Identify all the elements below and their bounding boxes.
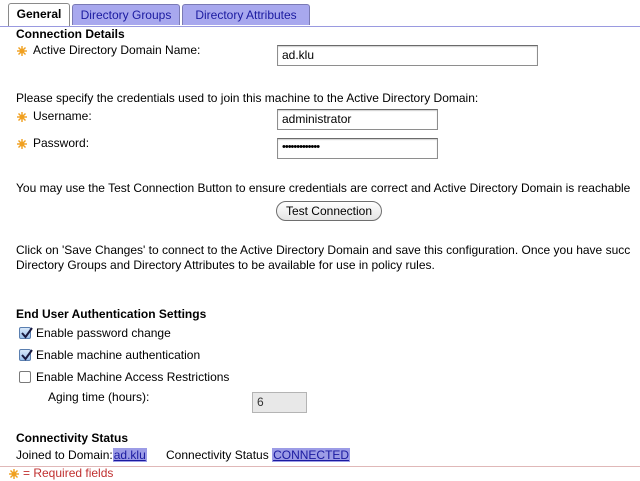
enable-machine-auth-label: Enable machine authentication	[36, 348, 201, 362]
save-instruction-line-1: Click on 'Save Changes' to connect to th…	[16, 243, 631, 257]
required-icon	[17, 112, 27, 122]
aging-time-input[interactable]: 6	[252, 392, 307, 413]
save-instruction-line-2: Directory Groups and Directory Attribute…	[16, 258, 435, 272]
required-fields-legend: = Required fields	[0, 466, 640, 481]
enable-password-change-label: Enable password change	[36, 326, 171, 340]
enable-machine-access-restrictions-checkbox[interactable]	[19, 371, 31, 383]
required-icon	[17, 46, 27, 56]
connectivity-status-link[interactable]: CONNECTED	[272, 448, 351, 462]
checkmark-icon	[21, 349, 33, 361]
joined-domain-link[interactable]: ad.klu	[112, 448, 147, 462]
checkmark-icon	[21, 327, 33, 339]
auth-settings-title: End User Authentication Settings	[16, 307, 207, 321]
credentials-instruction: Please specify the credentials used to j…	[16, 91, 479, 105]
domain-name-label: Active Directory Domain Name:	[33, 43, 201, 57]
username-label: Username:	[33, 109, 92, 123]
joined-domain-row: Joined to Domain:ad.klu	[16, 448, 147, 462]
required-fields-text: = Required fields	[23, 466, 114, 480]
aging-time-label: Aging time (hours):	[48, 390, 150, 404]
tab-directory-attributes[interactable]: Directory Attributes	[182, 4, 310, 25]
joined-domain-label: Joined to Domain:	[16, 448, 113, 462]
connectivity-status-label: Connectivity Status	[166, 448, 269, 462]
required-icon	[17, 139, 27, 149]
test-connection-button[interactable]: Test Connection	[276, 201, 382, 221]
connectivity-status-title: Connectivity Status	[16, 431, 129, 445]
enable-machine-access-restrictions-label: Enable Machine Access Restrictions	[36, 370, 230, 384]
password-input[interactable]: •••••••••••••	[277, 138, 438, 159]
connectivity-status-row: Connectivity Status CONNECTED	[166, 448, 351, 462]
test-connection-instruction: You may use the Test Connection Button t…	[16, 181, 631, 195]
tab-bar: General Directory Groups Directory Attri…	[0, 0, 640, 27]
connection-details-title: Connection Details	[16, 27, 125, 41]
username-input[interactable]: administrator	[277, 109, 438, 130]
enable-password-change-checkbox[interactable]	[19, 327, 33, 339]
domain-name-input[interactable]: ad.klu	[277, 45, 538, 66]
required-icon	[9, 469, 19, 479]
tab-general[interactable]: General	[8, 3, 70, 26]
tab-directory-groups[interactable]: Directory Groups	[72, 4, 180, 25]
password-label: Password:	[33, 136, 90, 150]
enable-machine-auth-checkbox[interactable]	[19, 349, 33, 361]
